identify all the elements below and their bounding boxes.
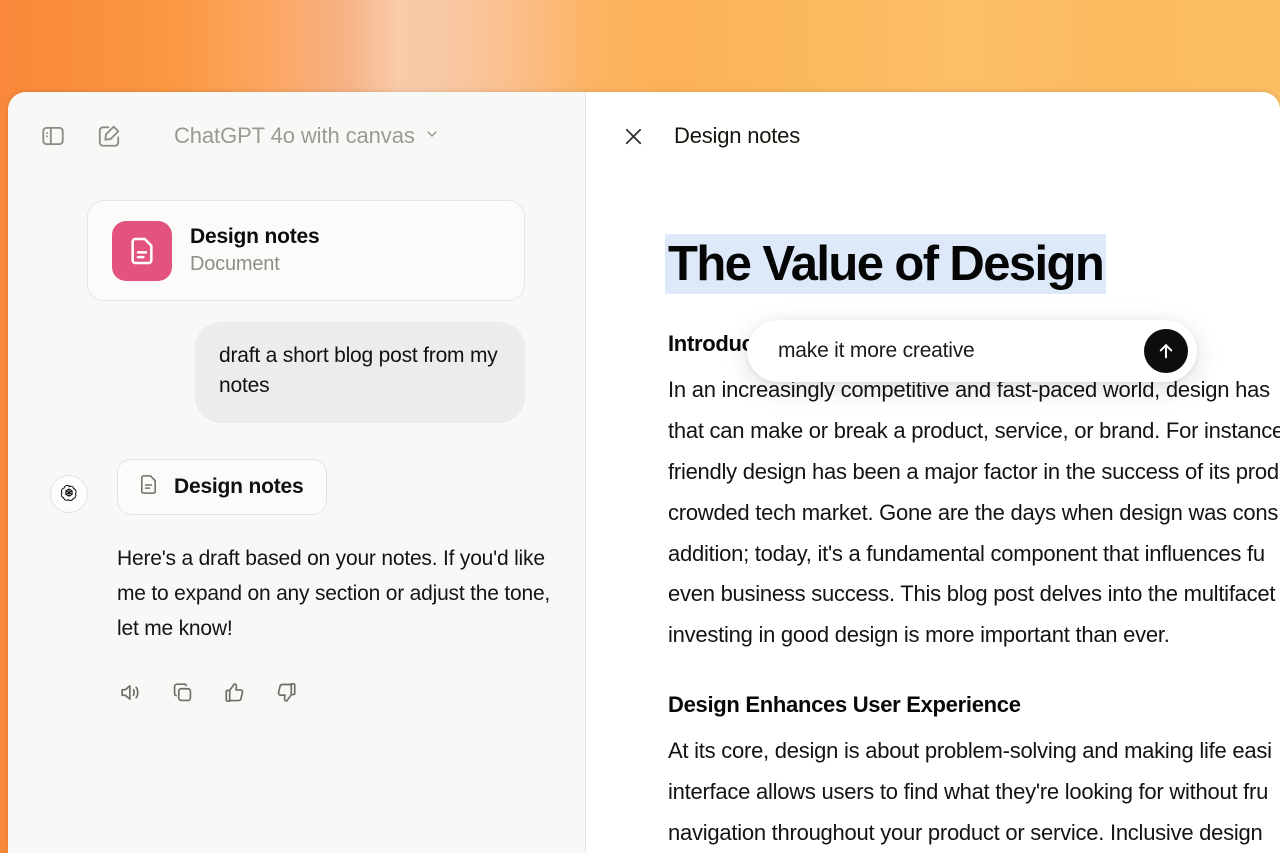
chat-toolbar: ChatGPT 4o with canvas [8, 92, 585, 180]
canvas-document[interactable]: The Value of Design Introduction In an i… [586, 180, 1280, 853]
thumbs-up-icon[interactable] [221, 679, 247, 705]
sidebar-toggle-button[interactable] [36, 119, 70, 153]
section-heading-design-enhances-ux: Design Enhances User Experience [668, 692, 1280, 718]
inline-prompt-input[interactable] [778, 339, 1144, 363]
canvas-reference-pill[interactable]: Design notes [117, 459, 327, 515]
doc-text-line: investing in good design is more importa… [668, 615, 1280, 656]
document-card-subtitle: Document [190, 251, 319, 278]
doc-text-line: friendly design has been a major factor … [668, 452, 1280, 493]
doc-text-line: that can make or break a product, servic… [668, 411, 1280, 452]
canvas-panel: Design notes The Value of Design Introdu… [586, 92, 1280, 853]
messages-list: Design notes Document draft a short blog… [8, 180, 585, 705]
document-file-icon [112, 221, 172, 281]
user-message-row: draft a short blog post from my notes [38, 322, 555, 423]
chevron-down-icon [424, 126, 440, 147]
document-heading: The Value of Design [668, 237, 1103, 291]
doc-text-line: interface allows users to find what they… [668, 772, 1280, 813]
inline-prompt-send-button[interactable] [1144, 329, 1188, 373]
doc-text-line: navigation throughout your product or se… [668, 813, 1280, 853]
section-body-design-enhances-ux: At its core, design is about problem-sol… [668, 731, 1280, 853]
doc-text-line: even business success. This blog post de… [668, 574, 1280, 615]
model-switcher[interactable]: ChatGPT 4o with canvas [168, 119, 446, 153]
openai-logo-icon [50, 475, 88, 513]
close-x-icon[interactable] [618, 121, 648, 151]
assistant-message-row: Design notes Here's a draft based on you… [38, 459, 555, 706]
user-message-bubble: draft a short blog post from my notes [195, 322, 525, 423]
canvas-pill-label: Design notes [174, 475, 303, 499]
inline-edit-prompt [747, 320, 1197, 382]
document-heading-wrap: The Value of Design [668, 237, 1280, 292]
document-card-title: Design notes [190, 223, 319, 250]
canvas-title: Design notes [674, 123, 800, 149]
assistant-action-bar [117, 679, 555, 705]
attached-document-card[interactable]: Design notes Document [87, 200, 525, 301]
read-aloud-icon[interactable] [117, 679, 143, 705]
new-chat-button[interactable] [92, 119, 126, 153]
copy-icon[interactable] [169, 679, 195, 705]
section-body-introduction: In an increasingly competitive and fast-… [668, 370, 1280, 656]
doc-text-line: addition; today, it's a fundamental comp… [668, 534, 1280, 575]
document-lines-icon [137, 473, 160, 501]
doc-text-line: crowded tech market. Gone are the days w… [668, 493, 1280, 534]
chat-panel: ChatGPT 4o with canvas [8, 92, 586, 853]
model-label: ChatGPT 4o with canvas [174, 123, 415, 149]
app-window: ChatGPT 4o with canvas [8, 92, 1280, 853]
thumbs-down-icon[interactable] [273, 679, 299, 705]
assistant-message-text: Here's a draft based on your notes. If y… [117, 542, 555, 647]
doc-text-line: At its core, design is about problem-sol… [668, 731, 1280, 772]
document-card-row: Design notes Document [38, 200, 555, 301]
assistant-message-body: Design notes Here's a draft based on you… [117, 459, 555, 706]
canvas-header: Design notes [586, 92, 1280, 180]
